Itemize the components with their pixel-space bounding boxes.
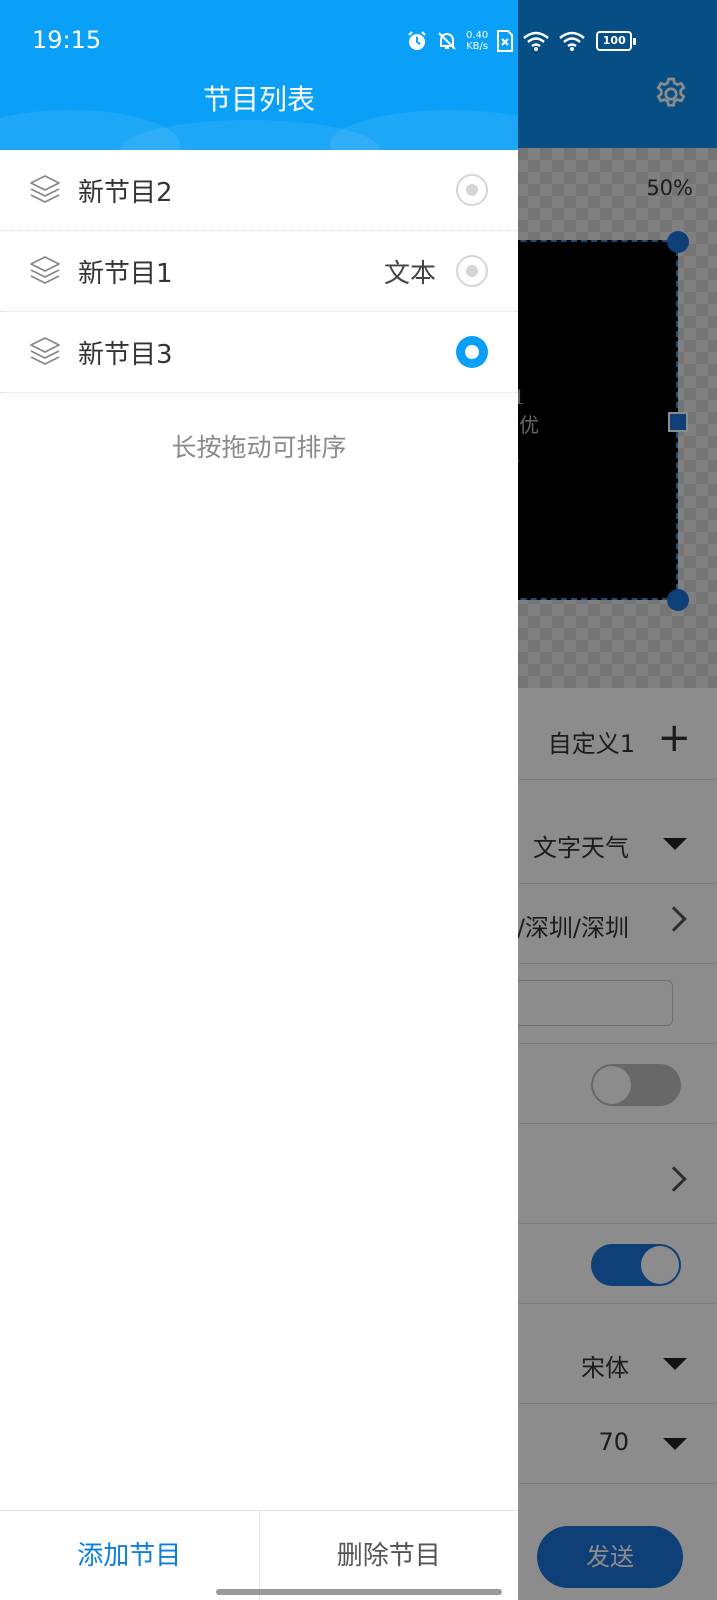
- program-item[interactable]: 新节目1 文本: [0, 231, 518, 312]
- battery-level: 100: [602, 34, 626, 47]
- drawer-footer: 添加节目 删除节目: [0, 1510, 518, 1600]
- sort-hint: 长按拖动可排序: [171, 433, 347, 462]
- battery-icon: 100: [596, 31, 637, 51]
- program-item[interactable]: 新节目2: [0, 150, 518, 231]
- layers-icon: [30, 337, 60, 365]
- bell-off-icon: [438, 32, 456, 50]
- status-bar: 19:15 0.40 KB/s 100: [0, 0, 717, 80]
- wifi-icon: [559, 31, 586, 51]
- status-time: 19:15: [32, 26, 102, 54]
- network-speed: 0.40 KB/s: [466, 30, 488, 52]
- program-list: 新节目2 新节目1 文本 新节目3: [0, 150, 518, 393]
- net-speed-unit: KB/s: [466, 41, 489, 52]
- layers-icon: [30, 256, 60, 284]
- program-item[interactable]: 新节目3: [0, 312, 518, 393]
- program-list-drawer: 节目列表 新节目2 新节目1 文本 新节目3 长按拖动可排序 添加节目 删除节目: [0, 0, 518, 1600]
- layers-icon: [30, 175, 60, 203]
- program-radio[interactable]: [456, 174, 488, 206]
- drawer-title: 节目列表: [202, 83, 315, 116]
- home-indicator[interactable]: [216, 1589, 502, 1595]
- add-program-button[interactable]: 添加节目: [0, 1511, 259, 1600]
- delete-program-button[interactable]: 删除节目: [258, 1511, 519, 1600]
- sim-off-icon: [497, 30, 514, 52]
- program-type: 文本: [383, 259, 436, 289]
- status-icons: 0.40 KB/s 100: [406, 26, 637, 56]
- net-speed-value: 0.40: [466, 30, 489, 41]
- program-name: 新节目2: [78, 178, 173, 208]
- program-name: 新节目3: [78, 340, 173, 370]
- program-radio[interactable]: [456, 255, 488, 287]
- alarm-icon: [408, 31, 426, 50]
- program-radio-selected[interactable]: [456, 336, 488, 368]
- wifi-icon: [523, 31, 550, 51]
- program-name: 新节目1: [78, 259, 173, 289]
